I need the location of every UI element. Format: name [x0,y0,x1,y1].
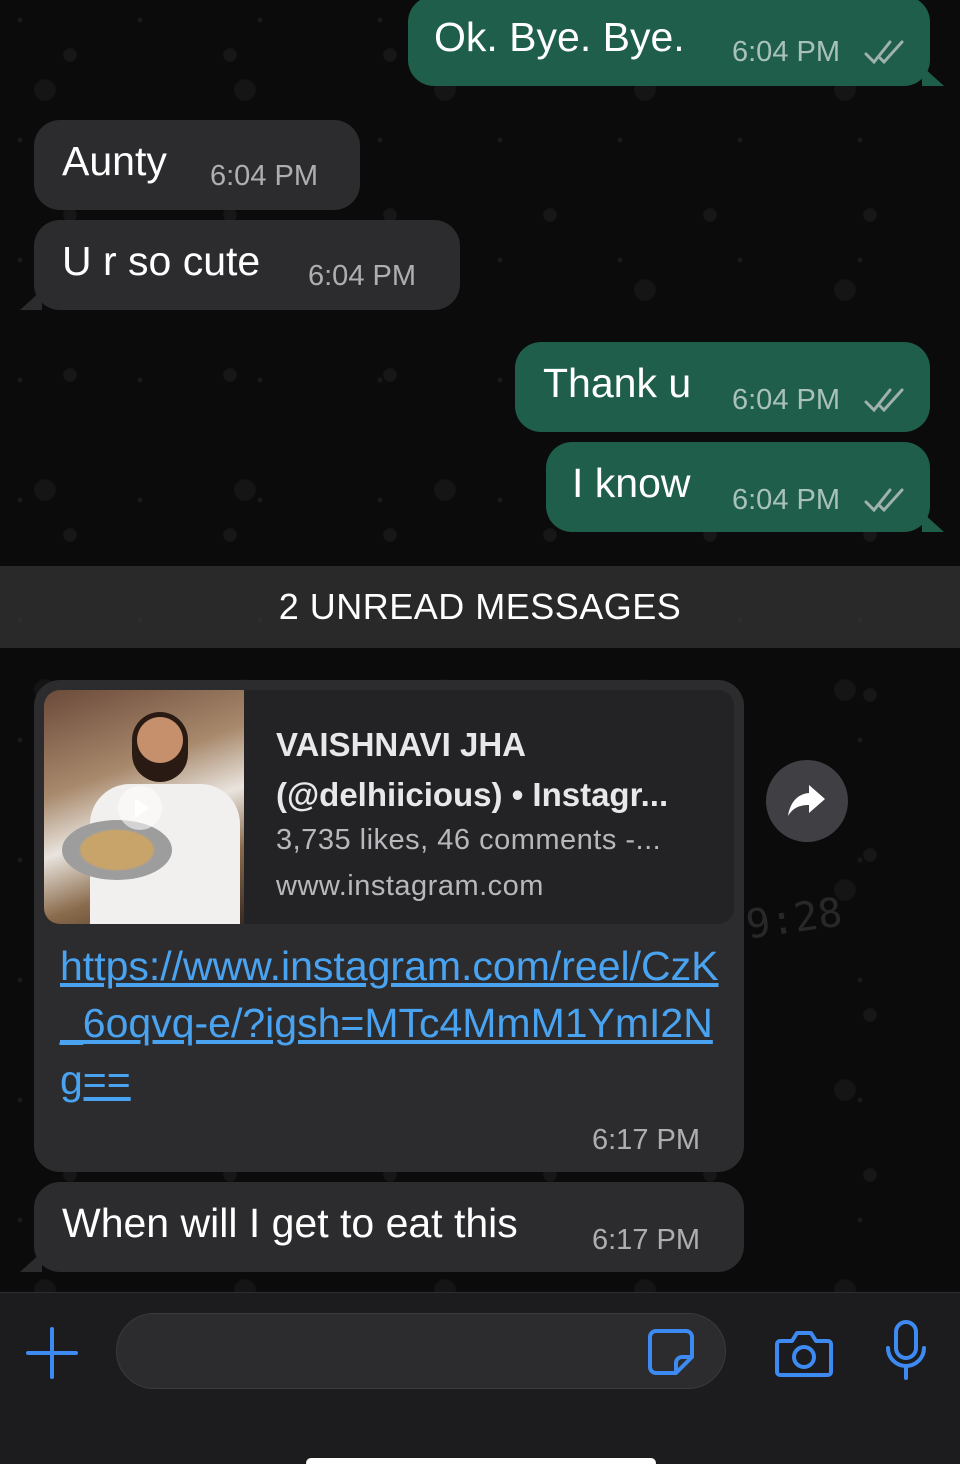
message-text: Thank u [543,360,692,406]
preview-description: 3,735 likes, 46 comments -... [276,824,662,856]
message-text: Ok. Bye. Bye. [434,14,685,60]
double-check-icon [864,40,904,65]
chat-area[interactable]: 9:28 Ok. Bye. Bye. 6:04 PM Aunty 6:04 PM… [0,0,960,1292]
message-time: 6:17 PM [592,1224,700,1256]
message-text: U r so cute [62,238,261,284]
microphone-button[interactable] [880,1317,932,1385]
sticker-button[interactable] [644,1325,698,1379]
message-time: 6:04 PM [732,384,840,416]
message-bubble-outgoing[interactable]: Ok. Bye. Bye. 6:04 PM [408,0,944,86]
message-bubble-incoming[interactable]: U r so cute 6:04 PM [20,220,460,310]
attach-button[interactable] [22,1323,82,1383]
unread-divider-label: 2 UNREAD MESSAGES [278,586,682,627]
sticker-icon [648,1329,694,1375]
message-link[interactable]: https://www.instagram.com/reel/CzK_6oqvq… [60,938,730,1109]
message-bubble-incoming[interactable]: Aunty 6:04 PM [34,120,360,210]
preview-title: VAISHNAVI JHA [276,726,526,763]
message-input-bar [0,1292,960,1464]
message-bubble-incoming[interactable]: When will I get to eat this 6:17 PM [20,1182,744,1272]
message-bubble-outgoing[interactable]: Thank u 6:04 PM [515,342,930,432]
camera-icon [775,1331,833,1377]
forward-button[interactable] [766,760,848,842]
preview-domain: www.instagram.com [276,870,544,902]
double-check-icon [864,388,904,413]
double-check-icon [864,488,904,513]
message-time: 6:04 PM [732,484,840,516]
forward-arrow-icon [788,785,825,816]
plus-icon [26,1327,78,1379]
message-time: 6:04 PM [210,160,318,192]
link-message-bubble[interactable]: VAISHNAVI JHA (@delhiicious) • Instagr..… [34,680,744,1172]
message-time: 6:04 PM [308,260,416,292]
message-time: 6:04 PM [732,36,840,68]
preview-title-continued: (@delhiicious) • Instagr... [276,776,669,813]
message-text: I know [572,460,691,506]
link-preview-card[interactable]: VAISHNAVI JHA (@delhiicious) • Instagr..… [44,690,734,924]
video-thumbnail-icon[interactable] [44,690,244,924]
message-text: Aunty [62,138,167,184]
unread-messages-divider: 2 UNREAD MESSAGES [0,566,960,648]
message-input[interactable] [116,1313,726,1389]
camera-button[interactable] [772,1323,836,1383]
microphone-icon [886,1320,926,1380]
message-text: When will I get to eat this [62,1200,518,1246]
wallpaper-clock-doodle: 9:28 [743,889,846,949]
message-bubble-outgoing[interactable]: I know 6:04 PM [546,442,944,532]
message-time: 6:17 PM [592,1124,700,1156]
home-indicator [306,1458,656,1464]
play-icon [118,786,162,830]
